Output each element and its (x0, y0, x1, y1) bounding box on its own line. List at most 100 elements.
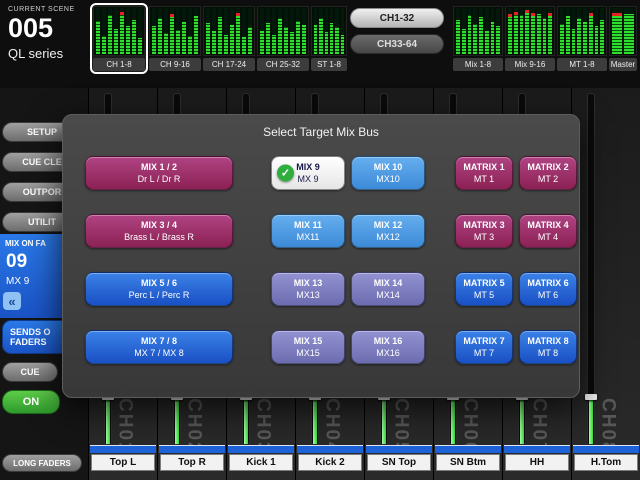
button-label: MIX 10 (374, 162, 403, 173)
channel-strip-ch08: CH08 H.Tom (571, 88, 640, 480)
mix-bus-name: MX 9 (6, 276, 29, 287)
mix-pair-1-2-button[interactable]: MIX 1 / 2 Dr L / Dr R (85, 156, 233, 190)
button-label: MIX 1 / 2 (141, 162, 177, 173)
meter-bank-ch9-16[interactable]: CH 9-16 (146, 3, 204, 74)
meter-bar (595, 8, 599, 54)
meter-bank-mt1-8[interactable]: MT 1-8 (554, 3, 610, 74)
meter-bar (319, 8, 322, 54)
meter-bank-master[interactable]: Master (606, 3, 640, 74)
channel-name-label[interactable]: SN Top (367, 454, 431, 471)
button-sublabel: Perc L / Perc R (129, 290, 190, 301)
meter-bank-ch1-8[interactable]: CH 1-8 (90, 3, 148, 74)
meter-bar (242, 8, 246, 54)
meter-bar (218, 8, 222, 54)
button-sublabel: MT 8 (538, 348, 558, 359)
bank-button-ch1-32[interactable]: CH1-32 (350, 8, 444, 28)
button-label: MIX 7 / 8 (141, 336, 177, 347)
mix-13-button[interactable]: MIX 13 MX13 (271, 272, 345, 306)
meter-bar (514, 8, 518, 54)
matrix-6-button[interactable]: MATRIX 6 MT 6 (519, 272, 577, 306)
ql-stagemix-app: CURRENT SCENE 005 QL series CH 1-8 CH 9-… (0, 0, 640, 480)
meter-bar (120, 8, 124, 54)
button-sublabel: MT 6 (538, 290, 558, 301)
bank-label: Master (609, 58, 637, 71)
meter-bar (314, 8, 317, 54)
fader-level-fill (313, 397, 317, 444)
fader-knob[interactable] (585, 394, 597, 400)
mix-12-button[interactable]: MIX 12 MX12 (351, 214, 425, 248)
matrix-2-button[interactable]: MATRIX 2 MT 2 (519, 156, 577, 190)
mix-15-button[interactable]: MIX 15 MX15 (271, 330, 345, 364)
meter-bar (335, 8, 338, 54)
mix-16-button[interactable]: MIX 16 MX16 (351, 330, 425, 364)
fader-level-fill (589, 397, 593, 444)
meter-bar (508, 8, 512, 54)
meter-bar (108, 8, 112, 54)
button-label: MATRIX 6 (527, 278, 568, 289)
meter-bank-ch25-32[interactable]: CH 25-32 (254, 3, 312, 74)
channel-name-label[interactable]: SN Btm (436, 454, 500, 471)
channel-name-label[interactable]: HH (505, 454, 569, 471)
meter-bar (296, 8, 300, 54)
channel-name-label[interactable]: H.Tom (574, 454, 638, 471)
sends-on-fader-line2: FADERS (10, 337, 47, 347)
meter-display (257, 6, 309, 56)
cue-button[interactable]: CUE (2, 362, 58, 382)
scene-display[interactable]: CURRENT SCENE 005 QL series (0, 0, 88, 88)
channel-on-indicator (90, 445, 156, 453)
meter-display (453, 6, 503, 56)
mix-11-button[interactable]: MIX 11 MX11 (271, 214, 345, 248)
mix-pair-3-4-button[interactable]: MIX 3 / 4 Brass L / Brass R (85, 214, 233, 248)
channel-name-label[interactable]: Kick 1 (229, 454, 293, 471)
matrix-4-button[interactable]: MATRIX 4 MT 4 (519, 214, 577, 248)
button-label: MATRIX 8 (527, 336, 568, 347)
mix-pair-7-8-button[interactable]: MIX 7 / 8 MX 7 / MX 8 (85, 330, 233, 364)
meter-bar (473, 8, 477, 54)
meter-bar (158, 8, 162, 54)
long-faders-button[interactable]: LONG FADERS (2, 454, 82, 472)
matrix-3-button[interactable]: MATRIX 3 MT 3 (455, 214, 513, 248)
meter-bank-mix9-16[interactable]: Mix 9-16 (502, 3, 558, 74)
meter-bar (468, 8, 472, 54)
mix-9-button-selected[interactable]: ✓ MIX 9 MX 9 (271, 156, 345, 190)
channel-name-label[interactable]: Top R (160, 454, 224, 471)
mix-10-button[interactable]: MIX 10 MX10 (351, 156, 425, 190)
collapse-chevron-icon[interactable]: « (3, 292, 21, 310)
button-sublabel: MX10 (376, 174, 400, 185)
meter-bank-st1-8[interactable]: ST 1-8 (308, 3, 350, 74)
channel-on-button[interactable]: ON (2, 390, 60, 414)
fader-level-fill (244, 397, 248, 444)
meter-bar (114, 8, 118, 54)
meter-bar (206, 8, 210, 54)
meter-bar (543, 8, 547, 54)
meter-bar (170, 8, 174, 54)
bank-label: CH 1-8 (93, 58, 145, 71)
button-sublabel: MX 7 / MX 8 (134, 348, 184, 359)
meter-bank-ch17-24[interactable]: CH 17-24 (200, 3, 258, 74)
bank-button-ch33-64[interactable]: CH33-64 (350, 34, 444, 54)
matrix-5-button[interactable]: MATRIX 5 MT 5 (455, 272, 513, 306)
button-sublabel: MX11 (297, 232, 320, 243)
matrix-8-button[interactable]: MATRIX 8 MT 8 (519, 330, 577, 364)
meter-display (311, 6, 347, 56)
meter-bank-mix1-8[interactable]: Mix 1-8 (450, 3, 506, 74)
button-sublabel: Brass L / Brass R (124, 232, 194, 243)
channel-name-label[interactable]: Top L (91, 454, 155, 471)
mix-pair-5-6-button[interactable]: MIX 5 / 6 Perc L / Perc R (85, 272, 233, 306)
button-label: MATRIX 3 (463, 220, 504, 231)
bank-label: Mix 1-8 (453, 58, 503, 71)
button-sublabel: MX13 (296, 290, 320, 301)
meter-display (93, 6, 145, 56)
matrix-7-button[interactable]: MATRIX 7 MT 7 (455, 330, 513, 364)
fader-track[interactable] (588, 94, 594, 444)
button-label: MIX 3 / 4 (141, 220, 177, 231)
meter-bar (230, 8, 234, 54)
channel-name-label[interactable]: Kick 2 (298, 454, 362, 471)
meter-bar (96, 8, 100, 54)
matrix-1-button[interactable]: MATRIX 1 MT 1 (455, 156, 513, 190)
check-icon: ✓ (277, 165, 294, 182)
mix-14-button[interactable]: MIX 14 MX14 (351, 272, 425, 306)
button-sublabel: MT 7 (474, 348, 494, 359)
button-label: MIX 5 / 6 (141, 278, 177, 289)
meter-bar (212, 8, 216, 54)
